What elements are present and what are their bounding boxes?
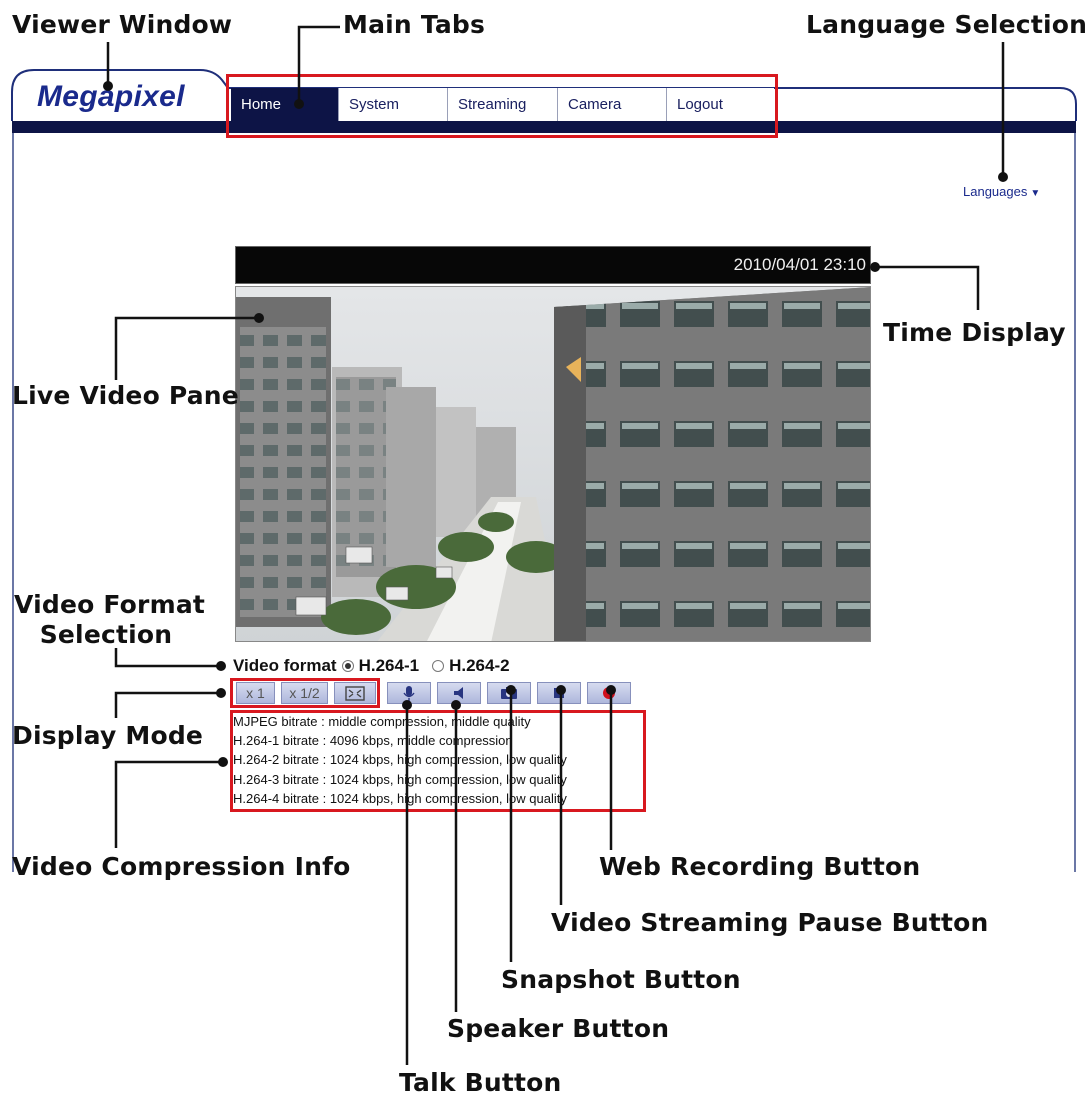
triangle-down-icon: ▼ [1030, 188, 1041, 199]
video-format-radio-h264-1[interactable] [341, 660, 354, 672]
time-display-bar: 2010/04/01 23:10 [235, 246, 871, 284]
compression-info-highlight [230, 710, 646, 812]
languages-label: Languages [963, 184, 1028, 199]
callout-snapshot-button: Snapshot Button [501, 965, 741, 994]
callout-web-recording-button: Web Recording Button [599, 852, 921, 881]
callout-live-video-pane: Live Video Pane [12, 381, 239, 410]
microphone-icon [403, 686, 415, 701]
stop-icon [554, 688, 564, 698]
display-mode-highlight [230, 678, 380, 708]
callout-time-display: Time Display [883, 318, 1066, 347]
snapshot-button[interactable] [487, 682, 531, 704]
language-selector[interactable]: Languages ▼ [963, 184, 1040, 199]
talk-button[interactable] [387, 682, 431, 704]
speaker-button[interactable] [437, 682, 481, 704]
callout-video-format-selection: Video Format Selection [14, 590, 206, 650]
video-format-selector: Video format H.264-1 H.264-2 [233, 656, 510, 676]
brand-logo: Megapixel [37, 80, 185, 113]
speaker-icon [454, 687, 463, 699]
pause-streaming-button[interactable] [537, 682, 581, 704]
live-video-pane[interactable] [235, 286, 871, 642]
video-format-option-h264-1: H.264-1 [358, 656, 420, 675]
callout-language-selection: Language Selection [806, 10, 1088, 39]
callout-video-streaming-pause-button: Video Streaming Pause Button [551, 908, 989, 937]
live-video-image [236, 287, 870, 641]
video-format-label: Video format [233, 656, 337, 675]
callout-video-format-line1: Video Format [14, 590, 206, 619]
callout-display-mode: Display Mode [12, 721, 204, 750]
web-recording-button[interactable] [587, 682, 631, 704]
video-format-option-h264-2: H.264-2 [449, 656, 510, 675]
record-icon [603, 687, 615, 699]
callout-video-format-line2: Selection [39, 620, 173, 649]
callout-main-tabs: Main Tabs [343, 10, 486, 39]
main-tabs-highlight [226, 74, 778, 138]
callout-speaker-button: Speaker Button [447, 1014, 670, 1043]
camera-icon [501, 687, 517, 699]
video-format-radio-h264-2[interactable] [432, 660, 445, 672]
callout-video-compression-info: Video Compression Info [12, 852, 351, 881]
time-display: 2010/04/01 23:10 [733, 255, 866, 274]
callout-viewer-window: Viewer Window [12, 10, 233, 39]
